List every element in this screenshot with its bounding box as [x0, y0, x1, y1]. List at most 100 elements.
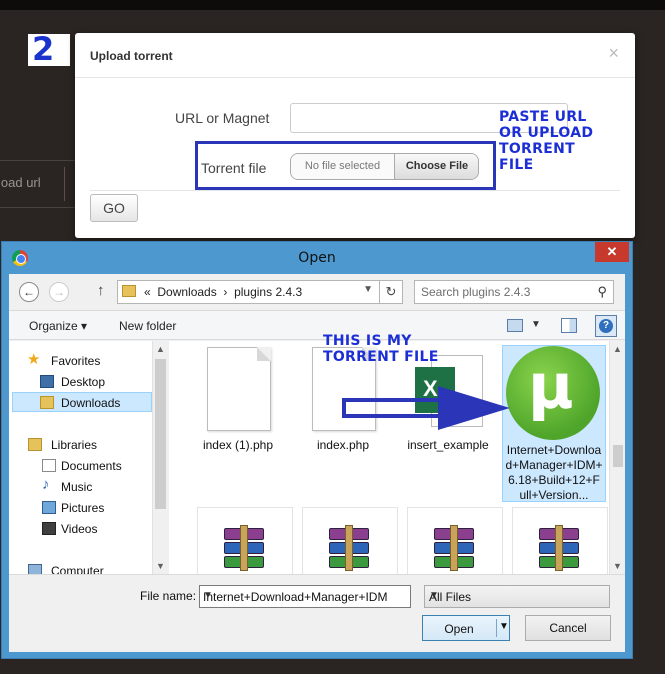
dialog-body: ← → ↑ « Downloads › plugins 2.4.3 ▼ ↻ ⚲ …	[9, 274, 625, 652]
nav-label: Favorites	[51, 354, 101, 368]
utorrent-file-icon: µ	[506, 346, 600, 440]
organize-button[interactable]: Organize ▾	[29, 319, 87, 333]
chevron-down-icon: ▼	[429, 590, 439, 601]
nav-item-computer[interactable]: Computer	[9, 561, 152, 574]
file-item[interactable]	[407, 507, 503, 574]
scroll-down-icon[interactable]: ▼	[156, 561, 165, 571]
modal-divider	[90, 190, 620, 191]
nav-label: Computer	[51, 564, 104, 574]
annotation-paste-url: PASTE URL OR UPLOAD TORRENT FILE	[499, 109, 594, 173]
nav-item-libraries[interactable]: Libraries	[9, 435, 152, 455]
help-button[interactable]: ?	[595, 315, 617, 337]
address-bar[interactable]: « Downloads › plugins 2.4.3 ▼	[117, 280, 380, 304]
navigation-scrollbar[interactable]: ▲ ▼	[152, 341, 167, 574]
file-type-select[interactable]: All Files ▼	[424, 585, 610, 608]
upload-torrent-modal: Upload torrent × URL or Magnet Torrent f…	[75, 33, 635, 238]
torrent-file-label: Torrent file	[201, 160, 267, 176]
computer-icon	[28, 564, 42, 574]
modal-title: Upload torrent	[90, 49, 173, 63]
file-name: index (1).php	[202, 438, 274, 452]
dialog-title-bar[interactable]: Open ✕	[2, 242, 632, 274]
star-icon: ★	[27, 351, 41, 368]
background-url-text: load url	[0, 175, 41, 190]
up-arrow-icon[interactable]: ↑	[97, 282, 105, 299]
step-badge: 2	[28, 30, 70, 68]
forward-arrow-icon[interactable]: →	[49, 282, 69, 302]
nav-item-pictures[interactable]: Pictures	[9, 498, 152, 518]
open-button[interactable]: Open ▼	[422, 615, 510, 641]
cancel-button[interactable]: Cancel	[525, 615, 611, 641]
nav-item-music[interactable]: ♪ Music	[9, 476, 152, 497]
breadcrumb-plugins[interactable]: plugins 2.4.3	[234, 285, 302, 299]
scroll-down-icon[interactable]: ▼	[613, 561, 622, 571]
file-name-field[interactable]: Internet+Download+Manager+IDM ▼	[199, 585, 411, 608]
documents-icon	[42, 459, 56, 472]
go-button[interactable]: GO	[90, 194, 138, 222]
file-name: index.php	[316, 438, 370, 452]
view-options-chevron-icon[interactable]: ▼	[531, 319, 541, 330]
open-file-dialog: Open ✕ ← → ↑ « Downloads › plugins 2.4.3…	[1, 241, 633, 659]
view-mode-icon[interactable]	[507, 319, 523, 332]
nav-label: Music	[61, 480, 93, 494]
scrollbar-thumb[interactable]	[155, 359, 166, 509]
modal-close-icon[interactable]: ×	[608, 43, 619, 64]
search-input[interactable]	[421, 285, 581, 299]
open-button-label: Open	[444, 622, 474, 636]
choose-file-button[interactable]: Choose File	[395, 154, 478, 179]
search-icon[interactable]: ⚲	[597, 284, 607, 300]
torrent-file-input[interactable]: No file selected Choose File	[290, 153, 479, 180]
winrar-archive-icon	[434, 525, 474, 571]
command-toolbar: Organize ▾ New folder ▼ ?	[9, 310, 625, 340]
winrar-archive-icon	[329, 525, 369, 571]
videos-icon	[42, 522, 56, 535]
new-folder-button[interactable]: New folder	[119, 319, 176, 333]
back-arrow-icon[interactable]: ←	[19, 282, 39, 302]
scroll-up-icon[interactable]: ▲	[613, 344, 622, 354]
nav-label: Libraries	[51, 438, 98, 452]
file-name: insert_example	[407, 438, 489, 452]
nav-item-videos[interactable]: Videos	[9, 519, 152, 539]
nav-item-favorites[interactable]: ★ Favorites	[9, 351, 152, 371]
breadcrumb-downloads[interactable]: Downloads	[157, 285, 216, 299]
dialog-title: Open	[298, 250, 336, 266]
file-item[interactable]: index (1).php	[187, 345, 289, 505]
folder-icon	[122, 285, 136, 297]
utorrent-mu-glyph: µ	[528, 350, 574, 423]
page-top-bar	[0, 0, 665, 10]
preview-pane-icon[interactable]	[561, 318, 577, 333]
open-options-chevron-icon[interactable]: ▼	[499, 621, 509, 632]
file-item[interactable]	[512, 507, 608, 574]
breadcrumb-separator: ›	[223, 285, 228, 299]
file-item[interactable]	[197, 507, 293, 574]
nav-label: Videos	[61, 522, 98, 536]
breadcrumb-overflow[interactable]: «	[144, 285, 151, 299]
dialog-footer: File name: Internet+Download+Manager+IDM…	[9, 574, 625, 652]
close-icon[interactable]: ✕	[595, 242, 629, 262]
nav-item-documents[interactable]: Documents	[9, 456, 152, 476]
scrollbar-thumb[interactable]	[613, 445, 623, 467]
nav-label: Pictures	[61, 501, 105, 515]
breadcrumb: « Downloads › plugins 2.4.3	[144, 285, 302, 299]
search-box[interactable]: ⚲	[414, 280, 614, 304]
navigation-bar: ← → ↑ « Downloads › plugins 2.4.3 ▼ ↻ ⚲	[9, 274, 625, 310]
file-status-text: No file selected	[291, 154, 395, 179]
nav-item-desktop[interactable]: Desktop	[9, 372, 152, 392]
file-item[interactable]: index.php	[292, 345, 394, 505]
downloads-folder-icon	[40, 396, 54, 409]
refresh-icon[interactable]: ↻	[379, 280, 403, 304]
file-name-label: File name:	[140, 589, 197, 603]
file-item[interactable]	[302, 507, 398, 574]
help-icon: ?	[599, 319, 613, 333]
background-url-field: load url	[0, 160, 75, 208]
scroll-up-icon[interactable]: ▲	[156, 344, 165, 354]
nav-item-downloads[interactable]: Downloads	[12, 392, 152, 412]
file-item-selected[interactable]: µ Internet+Download+Manager+IDM+6.18+Bui…	[502, 345, 606, 502]
background-divider	[64, 167, 65, 201]
chevron-down-icon[interactable]: ▼	[363, 284, 373, 295]
split-divider	[496, 619, 497, 637]
nav-label: Documents	[61, 459, 122, 473]
pictures-icon	[42, 501, 56, 514]
chevron-down-icon[interactable]: ▼	[203, 590, 393, 601]
file-list-scrollbar[interactable]: ▲ ▼	[609, 341, 625, 574]
nav-label: Downloads	[61, 396, 121, 410]
